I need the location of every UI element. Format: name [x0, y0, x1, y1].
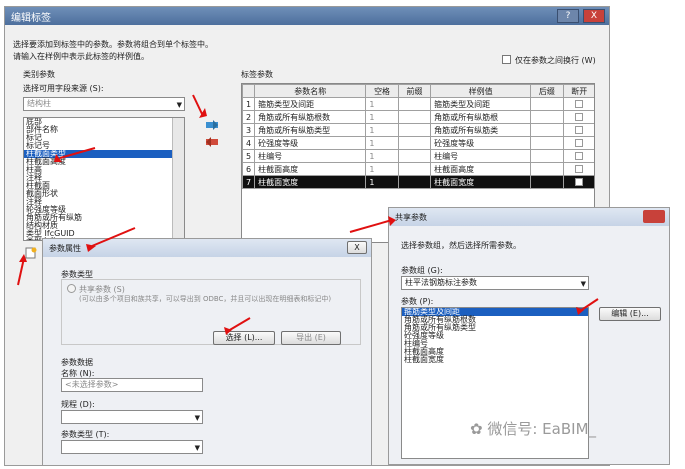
arrow-to-selected-field [54, 147, 96, 162]
wechat-icon: ✿ [470, 420, 483, 438]
arrow-to-select-button [224, 317, 251, 335]
arrow-to-new-param [17, 254, 27, 286]
watermark: ✿ 微信号: EaBIM_ [470, 418, 596, 439]
arrow-to-props-title [86, 227, 136, 252]
arrow-to-shared-list [576, 298, 599, 315]
watermark-text: 微信号: EaBIM_ [487, 420, 597, 438]
arrow-to-add-icon [192, 94, 207, 118]
annotation-arrows [17, 94, 599, 335]
arrow-to-shared-title [349, 216, 396, 233]
